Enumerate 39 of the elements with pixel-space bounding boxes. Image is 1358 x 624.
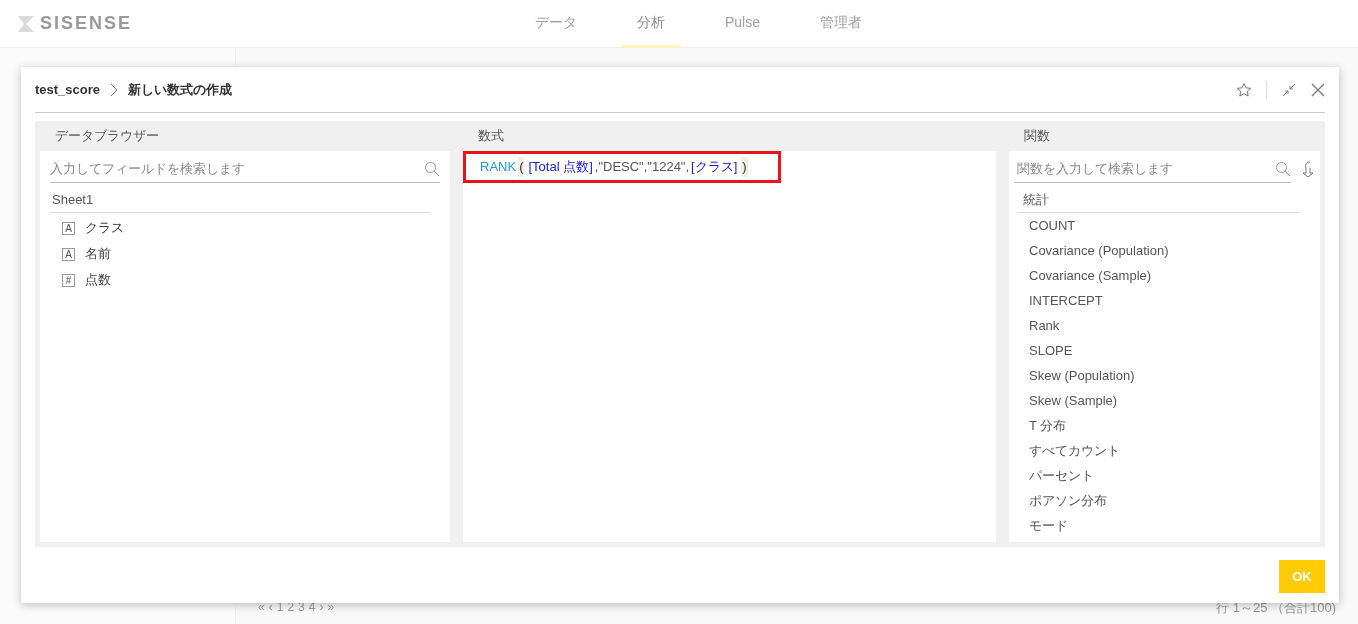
function-item[interactable]: Covariance (Sample) [1029, 263, 1315, 288]
function-item[interactable]: Rank [1029, 313, 1315, 338]
chevron-icon [110, 82, 119, 97]
logo: SISENSE [40, 12, 133, 35]
search-icon [424, 160, 440, 177]
field-type-badge: A [62, 247, 75, 261]
function-item[interactable]: Skew (Population) [1029, 363, 1315, 388]
dialog-title: 新しい数式の作成 [128, 80, 233, 99]
formula-editor[interactable]: RANK ( [Total 点数],"DESC","1224",[クラス] ) [463, 151, 781, 183]
field-item[interactable]: 名前 [85, 244, 111, 264]
panel-title: 数式 [477, 127, 505, 145]
table-heading: Sheet1 [50, 187, 430, 213]
panel-title: 関数 [1023, 127, 1051, 145]
nav-tab[interactable]: 分析 [621, 0, 681, 48]
field-type-badge: A [62, 221, 75, 235]
field-item[interactable]: 点数 [85, 270, 111, 290]
sort-icon[interactable] [1301, 160, 1315, 178]
breadcrumb-link[interactable]: test_score [35, 79, 101, 100]
search-field[interactable]: 入力してフィールドを検索します [50, 158, 424, 179]
function-item[interactable]: モード [1029, 513, 1315, 538]
field-type-badge: # [62, 273, 75, 287]
function-item[interactable]: パーセント [1029, 463, 1315, 488]
function-item[interactable]: Skew (Sample) [1029, 388, 1315, 413]
search-field[interactable]: 関数を入力して検索します [1017, 158, 1275, 179]
function-item[interactable]: SLOPE [1029, 338, 1315, 363]
panel-title: データブラウザー [54, 127, 160, 145]
close-icon[interactable] [1311, 82, 1325, 97]
field-item[interactable]: クラス [85, 218, 124, 238]
search-icon [1275, 160, 1291, 177]
logo-icon [16, 14, 36, 33]
function-item[interactable]: COUNT [1029, 213, 1315, 238]
category-heading: 統計 [1017, 187, 1300, 213]
minimize-icon[interactable] [1281, 81, 1297, 98]
function-item[interactable]: INTERCEPT [1029, 288, 1315, 313]
function-item[interactable]: すべてカウント [1029, 438, 1315, 463]
function-item[interactable]: ポアソン分布 [1029, 488, 1315, 513]
function-item[interactable]: Covariance (Population) [1029, 238, 1315, 263]
star-icon[interactable] [1236, 81, 1252, 98]
function-item[interactable]: T 分布 [1029, 413, 1315, 438]
